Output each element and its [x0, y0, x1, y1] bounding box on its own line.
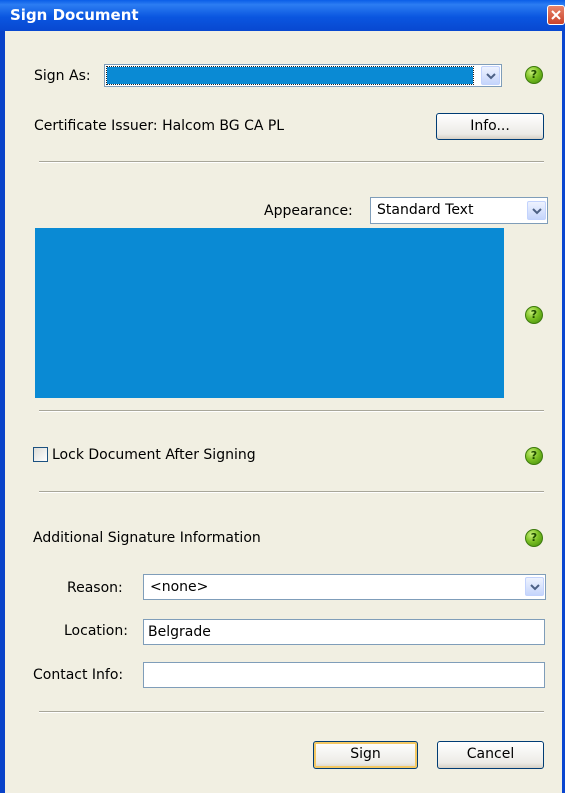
reason-dropdown-button[interactable] — [525, 577, 544, 596]
chevron-down-icon — [530, 584, 540, 591]
sign-as-label: Sign As: — [34, 68, 91, 84]
appearance-dropdown-button[interactable] — [527, 201, 546, 220]
appearance-label: Appearance: — [264, 203, 353, 219]
divider — [39, 161, 544, 163]
additional-info-help-icon[interactable]: ? — [525, 529, 543, 547]
appearance-value: Standard Text — [377, 202, 474, 218]
sign-button[interactable]: Sign — [313, 741, 418, 769]
lock-document-label[interactable]: Lock Document After Signing — [52, 447, 256, 463]
contact-info-label: Contact Info: — [33, 667, 124, 683]
title-bar[interactable]: Sign Document — [0, 0, 565, 31]
location-field[interactable]: Belgrade — [143, 619, 545, 645]
contact-info-field[interactable] — [143, 662, 545, 688]
reason-label: Reason: — [67, 580, 123, 596]
appearance-help-icon[interactable]: ? — [525, 306, 543, 324]
reason-value: <none> — [150, 579, 209, 595]
info-button[interactable]: Info... — [436, 113, 544, 140]
certificate-issuer-value: Halcom BG CA PL — [162, 118, 285, 134]
cancel-button[interactable]: Cancel — [437, 741, 544, 769]
appearance-select[interactable]: Standard Text — [370, 197, 548, 224]
chevron-down-icon — [486, 73, 496, 80]
chevron-down-icon — [532, 208, 542, 215]
divider — [39, 711, 544, 713]
close-icon — [551, 10, 561, 20]
reason-select[interactable]: <none> — [143, 574, 546, 600]
window-title: Sign Document — [10, 6, 139, 24]
location-label: Location: — [64, 623, 128, 639]
location-value: Belgrade — [148, 624, 211, 640]
sign-as-selection — [106, 66, 474, 85]
sign-as-help-icon[interactable]: ? — [525, 66, 543, 84]
sign-as-select[interactable] — [104, 64, 502, 87]
lock-document-checkbox[interactable] — [33, 447, 48, 462]
sign-as-dropdown-button[interactable] — [481, 66, 500, 85]
certificate-issuer-label: Certificate Issuer: Halcom BG CA PL — [34, 118, 284, 134]
lock-help-icon[interactable]: ? — [525, 447, 543, 465]
divider — [39, 410, 544, 412]
close-button[interactable] — [547, 5, 565, 25]
certificate-issuer-caption: Certificate Issuer: — [34, 118, 158, 134]
divider — [39, 491, 544, 493]
signature-preview — [35, 228, 504, 398]
additional-info-heading: Additional Signature Information — [33, 530, 261, 546]
